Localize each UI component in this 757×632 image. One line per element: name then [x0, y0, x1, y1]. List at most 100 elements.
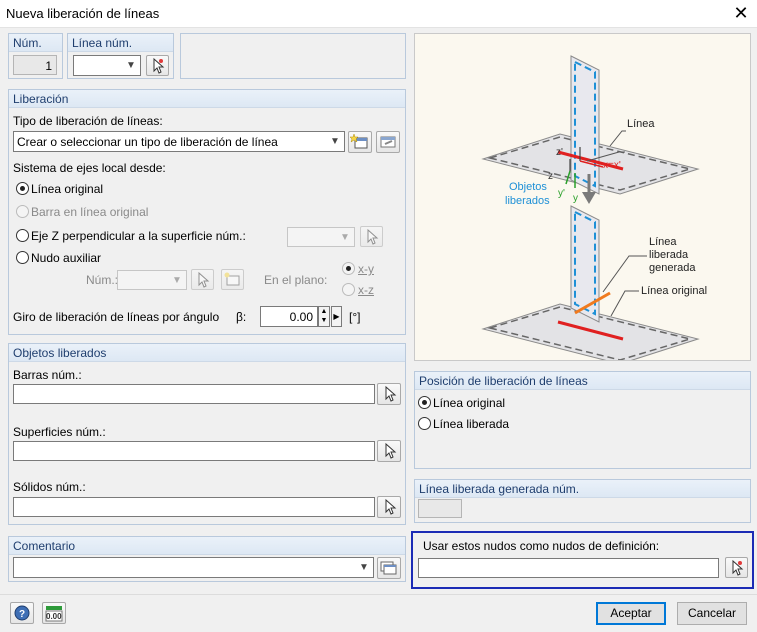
- label-gen-1: Línea: [649, 236, 677, 248]
- edit-release-type-button[interactable]: [376, 131, 400, 153]
- help-button[interactable]: ?: [10, 602, 34, 624]
- generada-header: Línea liberada generada núm.: [419, 482, 580, 496]
- new-node-button: [221, 269, 244, 290]
- pick-barras-button[interactable]: [377, 383, 401, 405]
- beta-stepper[interactable]: ▲ ▼: [318, 306, 330, 327]
- line-release-diagram: Línea z' x=x' z y' y Objetos liberados L…: [481, 55, 707, 365]
- plano-xy-label: x-y: [358, 262, 374, 276]
- label-z: z: [548, 171, 553, 182]
- chevron-down-icon: ▼: [359, 562, 369, 573]
- chevron-down-icon: ▼: [330, 136, 340, 147]
- tipo-label: Tipo de liberación de líneas:: [13, 114, 163, 128]
- objetos-header: Objetos liberados: [13, 346, 107, 360]
- radio-plano-xz: [342, 283, 355, 296]
- pos-linea-original-label: Línea original: [433, 396, 506, 410]
- num-group: Núm. 1: [8, 33, 63, 79]
- label-z-prime: z': [556, 147, 563, 158]
- close-icon[interactable]: ✕: [728, 2, 754, 24]
- window-title: Nueva liberación de líneas: [6, 6, 160, 21]
- nudos-input[interactable]: [418, 558, 719, 578]
- linea-num-group: Línea núm. ▼: [67, 33, 174, 79]
- option-barra-label: Barra en línea original: [31, 205, 149, 219]
- pointer-icon: [385, 385, 397, 402]
- node-select: ▼: [117, 270, 187, 290]
- pick-line-button[interactable]: [146, 55, 169, 76]
- linea-leader-2: [609, 130, 626, 147]
- radio-plano-xy: [342, 262, 355, 275]
- radio-pos-linea-liberada[interactable]: [418, 417, 431, 430]
- beta-unit: [°]: [349, 310, 361, 324]
- linea-num-select[interactable]: ▼: [73, 55, 141, 76]
- ok-button[interactable]: Aceptar: [596, 602, 666, 625]
- label-y: y: [573, 193, 578, 204]
- tipo-select[interactable]: Crear o seleccionar un tipo de liberació…: [13, 131, 345, 152]
- new-release-type-button[interactable]: [348, 131, 372, 153]
- linea-num-label: Línea núm.: [72, 36, 133, 50]
- pick-nudos-button[interactable]: [725, 557, 748, 578]
- comentario-select[interactable]: ▼: [13, 557, 374, 578]
- superficies-input[interactable]: [13, 441, 375, 461]
- solidos-input[interactable]: [13, 497, 375, 517]
- chevron-down-icon: ▼: [340, 232, 350, 243]
- num-field: 1: [13, 55, 57, 75]
- spin-up-icon[interactable]: ▲: [319, 307, 329, 316]
- new-icon: [224, 272, 240, 286]
- superficies-label: Superficies núm.:: [13, 425, 106, 439]
- radio-linea-original[interactable]: [16, 182, 29, 195]
- generada-group: Línea liberada generada núm.: [414, 479, 751, 523]
- pick-superficies-button[interactable]: [377, 440, 401, 462]
- spin-down-icon[interactable]: ▼: [319, 316, 329, 325]
- pointer-icon: [385, 442, 397, 459]
- barras-input[interactable]: [13, 384, 375, 404]
- nudos-label: Usar estos nudos como nudos de definició…: [423, 539, 660, 553]
- footer-divider: [0, 594, 757, 595]
- comentario-group: Comentario ▼: [8, 536, 406, 582]
- beta-label: β:: [236, 310, 247, 324]
- units-button[interactable]: 0.00: [42, 602, 66, 624]
- beta-input[interactable]: 0.00: [260, 306, 318, 327]
- pos-linea-liberada-label: Línea liberada: [433, 417, 510, 431]
- nudos-definicion-panel: Usar estos nudos como nudos de definició…: [411, 531, 754, 589]
- label-xx: x=x': [603, 160, 621, 171]
- label-linea: Línea: [627, 118, 655, 130]
- pick-node-button: [191, 269, 214, 290]
- pointer-icon: [198, 271, 210, 288]
- plano-xz-label: x-z: [358, 283, 374, 297]
- barras-label: Barras núm.:: [13, 368, 82, 382]
- original-leader: [610, 290, 639, 317]
- pointer-icon: [153, 57, 165, 74]
- arrow-down-icon: [582, 192, 596, 204]
- header-spacer: [180, 33, 406, 79]
- pointer-icon: [385, 498, 397, 515]
- new-icon: [349, 133, 368, 149]
- radio-pos-linea-original[interactable]: [418, 396, 431, 409]
- liberacion-header: Liberación: [13, 92, 69, 106]
- label-objetos-2: liberados: [505, 195, 550, 207]
- pick-surface-button: [360, 226, 383, 247]
- label-gen-3: generada: [649, 262, 696, 274]
- svg-text:?: ?: [19, 609, 25, 620]
- objetos-group: Objetos liberados Barras núm.: Superfici…: [8, 343, 406, 525]
- pointer-icon: [367, 228, 379, 245]
- radio-nudo-auxiliar[interactable]: [16, 251, 29, 264]
- option-linea-original-label: Línea original: [31, 182, 104, 196]
- radio-eje-z[interactable]: [16, 229, 29, 242]
- option-eje-z-label: Eje Z perpendicular a la superficie núm.…: [31, 229, 246, 243]
- liberacion-group: Liberación Tipo de liberación de líneas:…: [8, 89, 406, 335]
- beta-menu-arrow[interactable]: ▶: [331, 306, 342, 327]
- units-icon-text: 0.00: [46, 612, 62, 621]
- giro-label: Giro de liberación de líneas por ángulo: [13, 310, 220, 324]
- cancel-button[interactable]: Cancelar: [677, 602, 747, 625]
- comentario-header: Comentario: [13, 539, 76, 553]
- surface-select: ▼: [287, 227, 355, 247]
- chevron-down-icon: ▼: [126, 60, 136, 71]
- pick-solidos-button[interactable]: [377, 496, 401, 518]
- radio-barra-linea-original: [16, 205, 29, 218]
- option-nudo-auxiliar-label: Nudo auxiliar: [31, 251, 102, 265]
- chevron-down-icon: ▼: [172, 275, 182, 286]
- library-icon: [380, 561, 397, 575]
- comment-library-button[interactable]: [377, 557, 401, 579]
- title-bar: Nueva liberación de líneas ✕: [0, 0, 757, 28]
- label-objetos-1: Objetos: [509, 181, 547, 193]
- posicion-header: Posición de liberación de líneas: [419, 374, 588, 388]
